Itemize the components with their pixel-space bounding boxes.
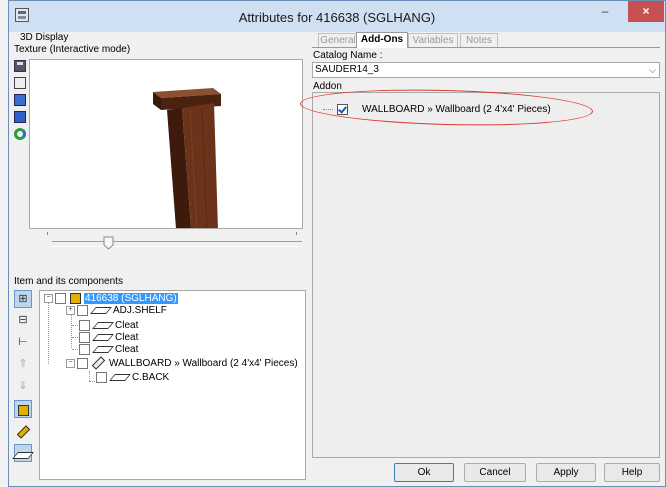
slider-tick bbox=[47, 232, 48, 235]
collapse-icon[interactable]: − bbox=[44, 293, 53, 303]
hierarchy-icon[interactable]: ⊢ bbox=[14, 334, 32, 352]
title-bar[interactable]: Attributes for 416638 (SGLHANG) – × bbox=[9, 1, 665, 32]
catalog-name-value: SAUDER14_3 bbox=[315, 64, 379, 75]
dialog-client: 3D Display Texture (Interactive mode) It… bbox=[12, 32, 660, 482]
shelf-icon bbox=[92, 333, 114, 341]
addon-item-wallboard[interactable]: WALLBOARD » Wallboard (2 4'x4' Pieces) bbox=[299, 86, 594, 129]
close-button[interactable]: × bbox=[628, 1, 664, 22]
tree-node-label: ADJ.SHELF bbox=[113, 305, 167, 316]
catalog-name-label: Catalog Name : bbox=[313, 50, 383, 61]
node-checkbox[interactable] bbox=[79, 319, 90, 331]
apply-button[interactable]: Apply bbox=[536, 463, 596, 482]
display-label: 3D Display bbox=[20, 32, 69, 43]
addon-label: Addon bbox=[313, 81, 342, 92]
print-icon[interactable] bbox=[14, 77, 26, 89]
shelf-icon bbox=[92, 321, 114, 329]
box-icon[interactable] bbox=[14, 400, 32, 418]
display-toolbar bbox=[14, 60, 28, 145]
tab-general[interactable]: General bbox=[318, 33, 358, 47]
tree-toolbar: ⊞ ⊟ ⊢ ⇑ ⇓ bbox=[12, 290, 36, 466]
attributes-window: Attributes for 416638 (SGLHANG) – × 3D D… bbox=[8, 0, 666, 487]
tree-node-label: C.BACK bbox=[132, 372, 170, 383]
node-checkbox[interactable] bbox=[79, 331, 90, 343]
tree-node-c-back[interactable]: C.BACK bbox=[96, 371, 169, 384]
cancel-button[interactable]: Cancel bbox=[464, 463, 526, 482]
tree-node-label: WALLBOARD » Wallboard (2 4'x4' Pieces) bbox=[109, 358, 298, 369]
tree-node-label: Cleat bbox=[115, 332, 139, 343]
tree-node-label: Cleat bbox=[115, 344, 139, 355]
wallboard-3d-model bbox=[153, 88, 221, 242]
refresh-icon[interactable] bbox=[14, 128, 26, 140]
help-button[interactable]: Help bbox=[604, 463, 660, 482]
zoom-slider-track[interactable] bbox=[52, 241, 302, 247]
slider-tick bbox=[296, 232, 297, 235]
ok-button[interactable]: Ok bbox=[394, 463, 454, 482]
attributes-panel: General Add-Ons Variables Notes Catalog … bbox=[299, 32, 660, 482]
expand-all-icon[interactable]: ⊞ bbox=[14, 290, 32, 308]
box-icon bbox=[70, 292, 81, 304]
monitor-icon[interactable] bbox=[14, 94, 26, 106]
tree-node-wallboard[interactable]: − WALLBOARD » Wallboard (2 4'x4' Pieces) bbox=[66, 356, 298, 371]
components-label: Item and its components bbox=[14, 276, 123, 287]
3d-viewport[interactable] bbox=[29, 59, 303, 242]
zoom-slider-thumb[interactable] bbox=[103, 236, 114, 250]
move-down-icon[interactable]: ⇓ bbox=[14, 378, 32, 396]
collapse-icon[interactable]: − bbox=[66, 358, 75, 368]
shelf-icon bbox=[92, 345, 114, 353]
tab-notes[interactable]: Notes bbox=[460, 33, 498, 47]
display-panel: 3D Display Texture (Interactive mode) bbox=[12, 32, 307, 262]
shelf-icon bbox=[90, 306, 112, 314]
monitor-color-icon[interactable] bbox=[14, 111, 26, 123]
shelf-icon bbox=[109, 373, 131, 381]
catalog-name-select[interactable]: SAUDER14_3 ⌵ bbox=[312, 62, 660, 78]
node-checkbox[interactable] bbox=[77, 357, 88, 369]
tree-node-adj-shelf[interactable]: + ADJ.SHELF bbox=[66, 304, 167, 317]
tree-connector bbox=[89, 371, 90, 381]
tab-variables[interactable]: Variables bbox=[408, 33, 458, 47]
texture-label: Texture (Interactive mode) bbox=[14, 44, 131, 55]
addon-list[interactable]: WALLBOARD » Wallboard (2 4'x4' Pieces) bbox=[299, 86, 660, 458]
tree-node-label: Cleat bbox=[115, 320, 139, 331]
window-title: Attributes for 416638 (SGLHANG) bbox=[238, 10, 436, 25]
expand-icon[interactable]: + bbox=[66, 305, 75, 315]
node-checkbox[interactable] bbox=[79, 343, 90, 355]
minimize-button[interactable]: – bbox=[592, 1, 618, 22]
components-tree[interactable]: − 416638 (SGLHANG) + ADJ.SHELF Cleat Cleat… bbox=[39, 290, 306, 480]
move-up-icon[interactable]: ⇑ bbox=[14, 356, 32, 374]
tree-node-label: 416638 (SGLHANG) bbox=[84, 293, 178, 304]
node-checkbox[interactable] bbox=[96, 371, 107, 383]
node-checkbox[interactable] bbox=[55, 292, 66, 304]
tree-connector bbox=[48, 301, 49, 364]
panel-icon[interactable] bbox=[14, 422, 32, 440]
tree-connector bbox=[71, 312, 72, 348]
panel-icon bbox=[91, 356, 106, 371]
highlight-ellipse bbox=[299, 86, 594, 129]
save-icon[interactable] bbox=[14, 60, 26, 72]
components-panel: Item and its components ⊞ ⊟ ⊢ ⇑ ⇓ − 4166… bbox=[12, 276, 309, 482]
chevron-down-icon[interactable]: ⌵ bbox=[649, 63, 656, 77]
tab-add-ons[interactable]: Add-Ons bbox=[356, 32, 408, 48]
collapse-all-icon[interactable]: ⊟ bbox=[14, 312, 32, 330]
shelf-icon[interactable] bbox=[12, 444, 34, 462]
tree-node-cleat[interactable]: Cleat bbox=[79, 343, 138, 356]
node-checkbox[interactable] bbox=[77, 304, 88, 316]
